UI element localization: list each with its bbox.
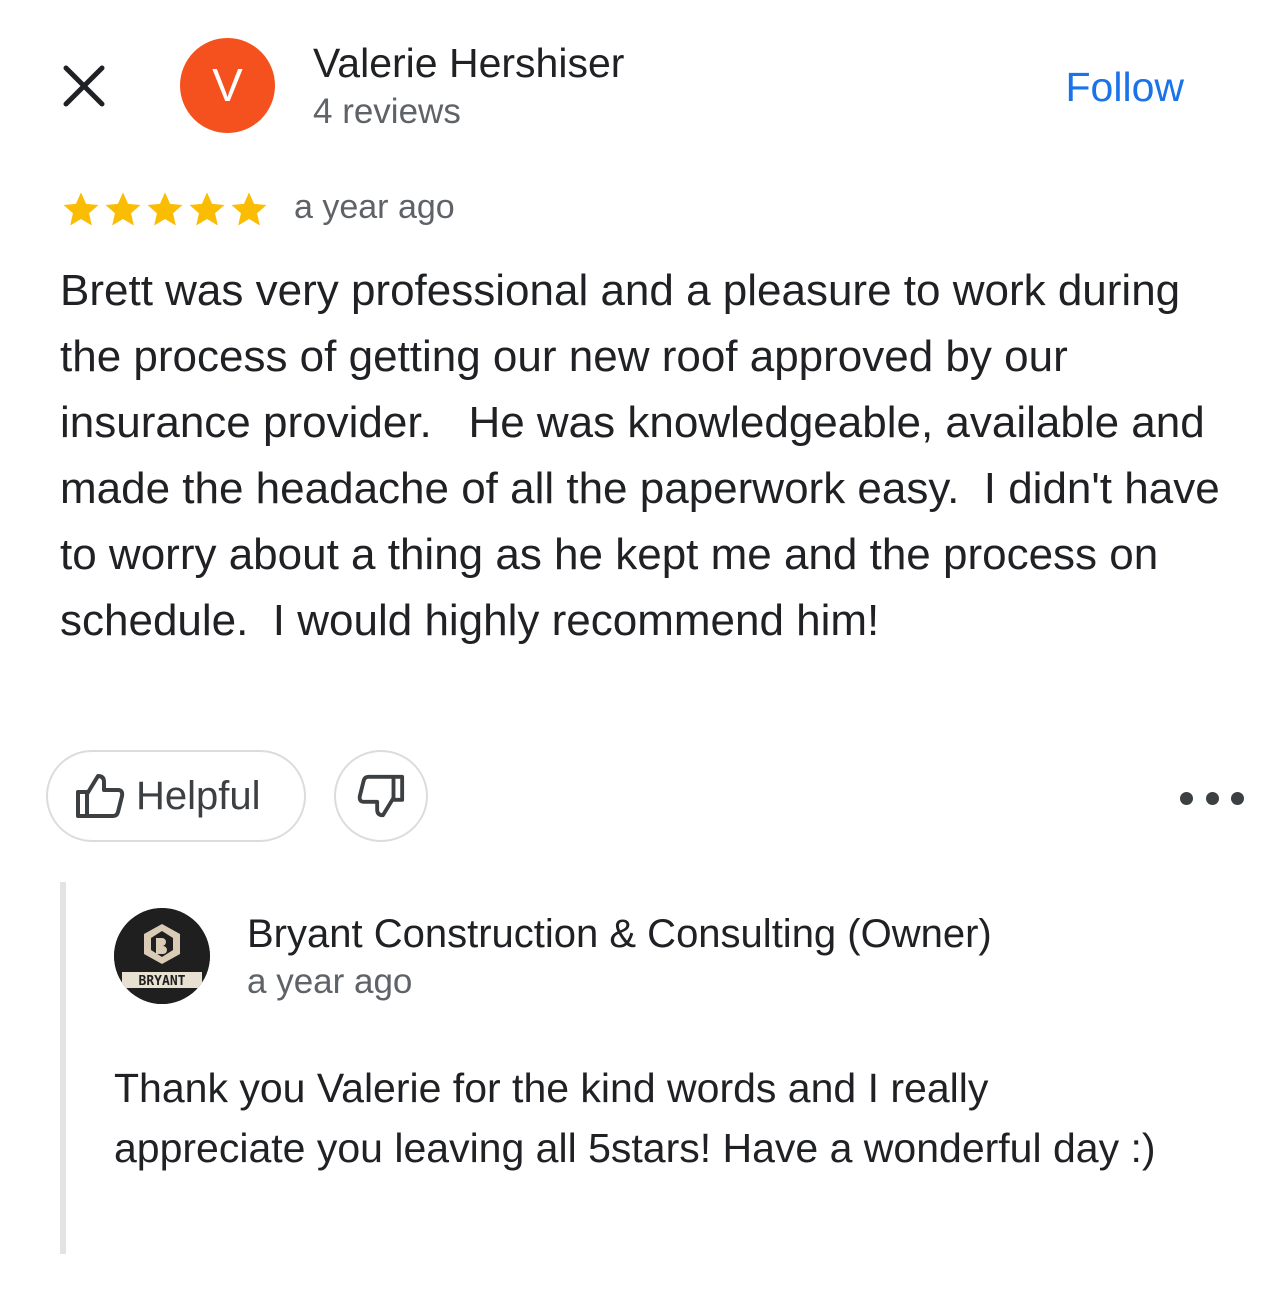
more-dot: [1231, 791, 1244, 805]
unhelpful-button[interactable]: [334, 750, 428, 842]
reviewer-review-count: 4 reviews: [313, 92, 461, 131]
follow-button[interactable]: Follow: [1066, 64, 1184, 111]
star-icon: [189, 192, 225, 226]
helpful-label: Helpful: [136, 773, 261, 818]
reviewer-avatar-initial: V: [212, 59, 243, 111]
bryant-logo: BRYANT: [114, 908, 210, 1004]
thumbs-up-icon: [76, 774, 125, 818]
owner-reply-time: a year ago: [247, 962, 413, 1001]
review-detail-page: V Valerie Hershiser 4 reviews Follow a y…: [0, 0, 1284, 1295]
star-rating: [60, 186, 270, 232]
logo-text: BRYANT: [139, 974, 186, 989]
owner-avatar[interactable]: BRYANT: [114, 908, 210, 1004]
more-options-button[interactable]: [1180, 780, 1244, 816]
more-dot: [1205, 791, 1219, 805]
reviewer-name[interactable]: Valerie Hershiser: [313, 40, 624, 87]
more-dot: [1180, 791, 1193, 805]
reply-divider: [60, 882, 66, 1254]
star-icon: [105, 192, 141, 226]
review-time: a year ago: [294, 188, 455, 226]
owner-reply-text: Thank you Valerie for the kind words and…: [114, 1065, 1156, 1171]
star-icon: [63, 192, 99, 226]
review-text: Brett was very professional and a pleasu…: [60, 266, 1232, 645]
close-button[interactable]: [58, 60, 110, 112]
owner-name[interactable]: Bryant Construction & Consulting (Owner): [247, 912, 992, 957]
close-icon: [63, 65, 105, 107]
thumbs-down-icon: [357, 774, 405, 818]
reviewer-avatar[interactable]: V: [180, 38, 275, 133]
star-icon: [147, 192, 183, 226]
helpful-button[interactable]: Helpful: [46, 750, 306, 842]
star-icon: [231, 192, 267, 226]
